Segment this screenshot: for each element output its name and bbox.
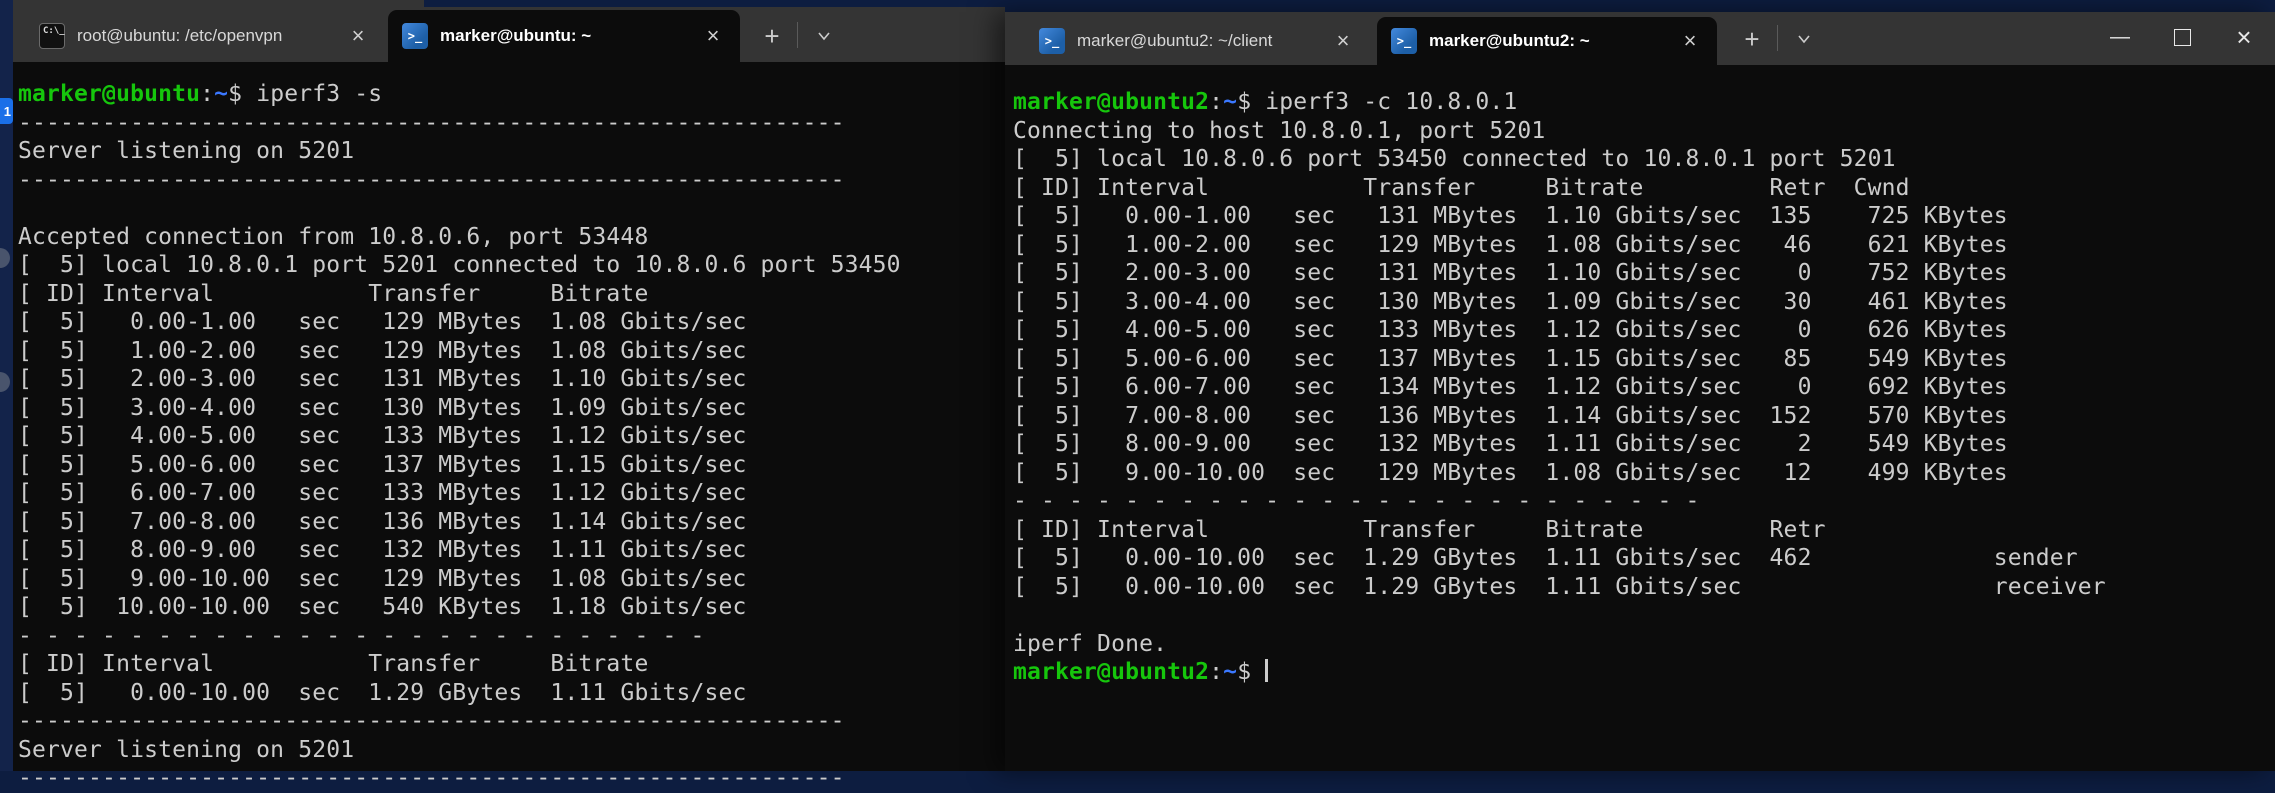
- close-tab-icon[interactable]: ×: [1330, 28, 1356, 54]
- terminal-line: [ 5] 8.00-9.00 sec 132 MBytes 1.11 Gbits…: [1013, 430, 2275, 459]
- tab-marker-ubuntu2[interactable]: >_ marker@ubuntu2: ~ ×: [1377, 17, 1717, 65]
- terminal-line: [ 5] 5.00-6.00 sec 137 MBytes 1.15 Gbits…: [18, 451, 1005, 480]
- chevron-down-icon: [816, 28, 832, 44]
- tab-marker-ubuntu[interactable]: >_ marker@ubuntu: ~ ×: [388, 10, 740, 62]
- terminal-line: [18, 194, 1005, 223]
- tab-label: marker@ubuntu: ~: [440, 26, 688, 46]
- background-icon-fragment: [0, 372, 10, 392]
- powershell-icon: >_: [402, 23, 428, 49]
- chevron-down-icon: [1796, 31, 1812, 47]
- terminal-line: [ ID] Interval Transfer Bitrate Retr: [1013, 516, 2275, 545]
- terminal-line: iperf Done.: [1013, 630, 2275, 659]
- powershell-icon: >_: [1039, 28, 1065, 54]
- close-window-button[interactable]: ×: [2213, 12, 2275, 62]
- terminal-line: [ 5] 0.00-10.00 sec 1.29 GBytes 1.11 Gbi…: [1013, 544, 2275, 573]
- terminal-line: marker@ubuntu:~$ iperf3 -s: [18, 80, 1005, 109]
- tab-label: root@ubuntu: /etc/openvpn: [77, 26, 333, 46]
- maximize-button[interactable]: [2151, 12, 2213, 62]
- terminal-line: [ 5] 6.00-7.00 sec 134 MBytes 1.12 Gbits…: [1013, 373, 2275, 402]
- terminal-line: [ 5] 0.00-1.00 sec 131 MBytes 1.10 Gbits…: [1013, 202, 2275, 231]
- terminal-line: [ 5] 3.00-4.00 sec 130 MBytes 1.09 Gbits…: [18, 394, 1005, 423]
- terminal-line: ----------------------------------------…: [18, 166, 1005, 195]
- background-window-edge: 1: [0, 0, 13, 771]
- background-icon-fragment: [0, 248, 10, 268]
- maximize-icon: [2174, 29, 2191, 46]
- terminal-line: [ 5] 1.00-2.00 sec 129 MBytes 1.08 Gbits…: [1013, 231, 2275, 260]
- tab-bar-divider: [1777, 25, 1778, 51]
- terminal-line: [ 5] 0.00-10.00 sec 1.29 GBytes 1.11 Gbi…: [18, 679, 1005, 708]
- right-terminal-output[interactable]: marker@ubuntu2:~$ iperf3 -c 10.8.0.1Conn…: [1005, 65, 2275, 687]
- terminal-line: marker@ubuntu2:~$: [1013, 658, 2275, 687]
- terminal-line: [ 5] 4.00-5.00 sec 133 MBytes 1.12 Gbits…: [1013, 316, 2275, 345]
- terminal-line: [ 5] 0.00-1.00 sec 129 MBytes 1.08 Gbits…: [18, 308, 1005, 337]
- terminal-line: [ 5] 0.00-10.00 sec 1.29 GBytes 1.11 Gbi…: [1013, 573, 2275, 602]
- terminal-line: [ 5] 7.00-8.00 sec 136 MBytes 1.14 Gbits…: [18, 508, 1005, 537]
- terminal-line: [ 5] 9.00-10.00 sec 129 MBytes 1.08 Gbit…: [1013, 459, 2275, 488]
- terminal-line: [ 5] 7.00-8.00 sec 136 MBytes 1.14 Gbits…: [1013, 402, 2275, 431]
- terminal-line: ----------------------------------------…: [18, 109, 1005, 138]
- terminal-line: Server listening on 5201: [18, 137, 1005, 166]
- terminal-line: [ 5] local 10.8.0.1 port 5201 connected …: [18, 251, 1005, 280]
- terminal-line: [1013, 601, 2275, 630]
- terminal-line: Server listening on 5201: [18, 736, 1005, 765]
- powershell-icon: >_: [1391, 28, 1417, 54]
- right-terminal-window: >_ marker@ubuntu2: ~/client × >_ marker@…: [1005, 12, 2275, 771]
- left-terminal-window: C:\_ root@ubuntu: /etc/openvpn × >_ mark…: [13, 0, 1005, 771]
- terminal-line: [ ID] Interval Transfer Bitrate Retr Cwn…: [1013, 174, 2275, 203]
- right-tab-bar: >_ marker@ubuntu2: ~/client × >_ marker@…: [1005, 12, 2275, 65]
- minimize-button[interactable]: —: [2089, 12, 2151, 62]
- terminal-line: [ 5] 3.00-4.00 sec 130 MBytes 1.09 Gbits…: [1013, 288, 2275, 317]
- terminal-line: [ 5] 9.00-10.00 sec 129 MBytes 1.08 Gbit…: [18, 565, 1005, 594]
- terminal-line: ----------------------------------------…: [18, 707, 1005, 736]
- terminal-line: [ ID] Interval Transfer Bitrate: [18, 280, 1005, 309]
- notification-badge: 1: [0, 98, 13, 124]
- left-tab-bar: C:\_ root@ubuntu: /etc/openvpn × >_ mark…: [13, 0, 1005, 62]
- window-controls: — ×: [2089, 12, 2275, 62]
- terminal-line: [ 5] 8.00-9.00 sec 132 MBytes 1.11 Gbits…: [18, 536, 1005, 565]
- terminal-line: [ 5] 5.00-6.00 sec 137 MBytes 1.15 Gbits…: [1013, 345, 2275, 374]
- terminal-line: [ 5] 6.00-7.00 sec 133 MBytes 1.12 Gbits…: [18, 479, 1005, 508]
- terminal-line: ----------------------------------------…: [18, 764, 1005, 793]
- terminal-line: Connecting to host 10.8.0.1, port 5201: [1013, 117, 2275, 146]
- terminal-line: Accepted connection from 10.8.0.6, port …: [18, 223, 1005, 252]
- terminal-line: [ 5] 2.00-3.00 sec 131 MBytes 1.10 Gbits…: [18, 365, 1005, 394]
- close-tab-icon[interactable]: ×: [700, 23, 726, 49]
- tab-dropdown-button[interactable]: [1783, 19, 1825, 59]
- terminal-line: [ 5] 10.00-10.00 sec 540 KBytes 1.18 Gbi…: [18, 593, 1005, 622]
- terminal-line: [ 5] 4.00-5.00 sec 133 MBytes 1.12 Gbits…: [18, 422, 1005, 451]
- tab-dropdown-button[interactable]: [803, 16, 845, 56]
- tab-label: marker@ubuntu2: ~: [1429, 31, 1665, 51]
- terminal-line: marker@ubuntu2:~$ iperf3 -c 10.8.0.1: [1013, 88, 2275, 117]
- tab-bar-divider: [797, 22, 798, 48]
- tab-marker-ubuntu2-client[interactable]: >_ marker@ubuntu2: ~/client ×: [1025, 17, 1370, 65]
- terminal-line: [ ID] Interval Transfer Bitrate: [18, 650, 1005, 679]
- new-tab-button[interactable]: +: [751, 16, 793, 56]
- tab-label: marker@ubuntu2: ~/client: [1077, 31, 1318, 51]
- tab-root-ubuntu-openvpn[interactable]: C:\_ root@ubuntu: /etc/openvpn ×: [25, 10, 385, 62]
- text-cursor: [1265, 659, 1268, 682]
- terminal-line: - - - - - - - - - - - - - - - - - - - - …: [1013, 487, 2275, 516]
- close-tab-icon[interactable]: ×: [345, 23, 371, 49]
- terminal-line: [ 5] 1.00-2.00 sec 129 MBytes 1.08 Gbits…: [18, 337, 1005, 366]
- close-tab-icon[interactable]: ×: [1677, 28, 1703, 54]
- cmd-icon: C:\_: [39, 23, 65, 49]
- backdrop-strip: [424, 0, 1005, 7]
- terminal-line: [ 5] local 10.8.0.6 port 53450 connected…: [1013, 145, 2275, 174]
- left-terminal-output[interactable]: marker@ubuntu:~$ iperf3 -s--------------…: [13, 62, 1005, 793]
- terminal-line: [ 5] 2.00-3.00 sec 131 MBytes 1.10 Gbits…: [1013, 259, 2275, 288]
- terminal-line: - - - - - - - - - - - - - - - - - - - - …: [18, 622, 1005, 651]
- new-tab-button[interactable]: +: [1731, 19, 1773, 59]
